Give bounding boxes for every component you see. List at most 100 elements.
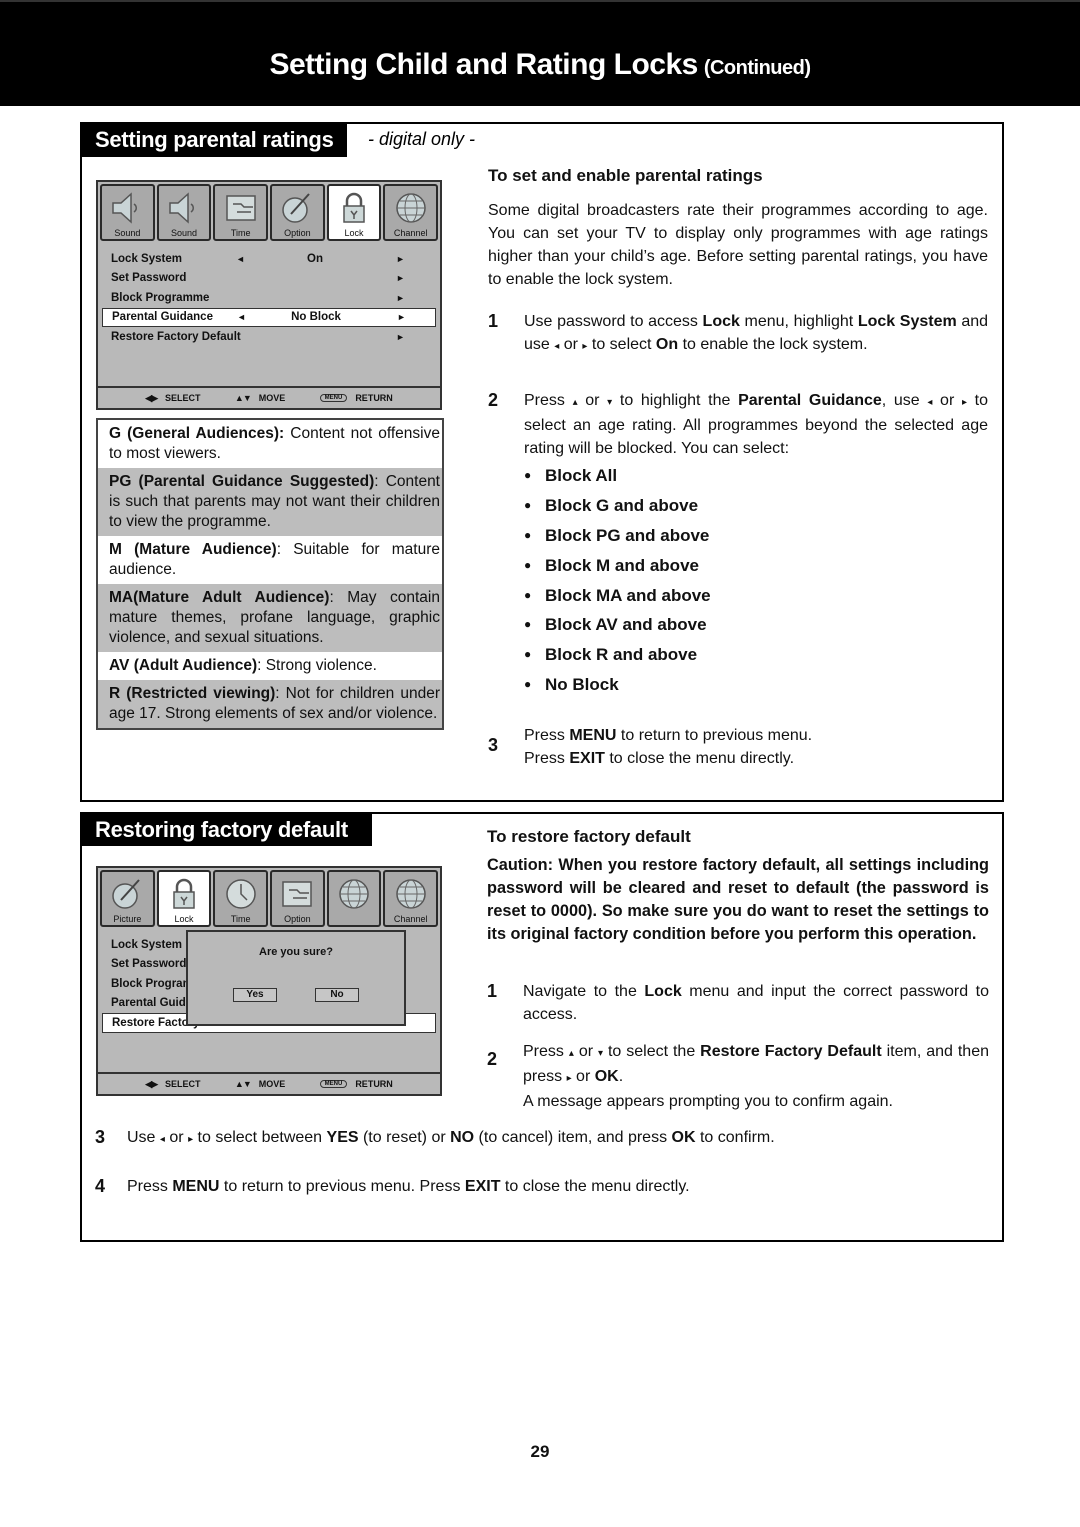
rating-option-label: Block M and above [545, 555, 699, 575]
text-fragment: 1 [488, 311, 499, 331]
bullet-icon: ● [524, 527, 532, 542]
footer-hint-label: SELECT [165, 393, 201, 403]
left-right-keys-icon: ◀▶ [145, 1078, 158, 1089]
menu-tab-label: Channel [393, 228, 428, 238]
menu-row-label: Parental Guidance [112, 311, 213, 324]
text-fragment: menu, highlight [739, 313, 858, 330]
text-fragment: Press [523, 1043, 569, 1060]
menu-footer: ◀▶ SELECT ▲▼ MOVE MENU RETURN [98, 1072, 440, 1094]
menu-tab-label: Time [230, 228, 251, 238]
menu-row-value: On [307, 252, 323, 265]
menu-tab-label: Option [284, 228, 311, 238]
menu-tab-label: Sound [170, 228, 198, 238]
rating-option-label: Block PG and above [545, 525, 710, 545]
menu-tab-picture[interactable]: Picture [100, 870, 155, 927]
menu-tab-blank[interactable] [326, 870, 382, 927]
rating-name: MA(Mature Adult Audience) [109, 589, 330, 606]
subheading: To set and enable parental ratings [488, 166, 763, 185]
menu-tab-time[interactable]: Time [213, 184, 269, 241]
rating-options-list: ● Block All ● Block G and above ● Block PG an… [524, 461, 924, 699]
title-suffix: (Continued) [703, 57, 811, 79]
text-fragment: 4 [95, 1176, 106, 1196]
bullet-icon: ● [524, 498, 532, 513]
menu-row-label: Lock System [111, 252, 182, 265]
menu-row-label: Set Password [111, 272, 187, 285]
intro-paragraph: Some digital broadcasters rate their pro… [488, 202, 988, 288]
text-fragment: to close the menu directly. [500, 1178, 690, 1195]
menu-row-label: Block Programme [111, 291, 210, 304]
text-fragment: Navigate to the [523, 983, 645, 1000]
text-fragment: Use password to access [524, 313, 703, 330]
text-fragment: OK [671, 1129, 696, 1146]
rating-option-label: Block G and above [545, 496, 699, 516]
picture-icon [279, 190, 315, 226]
text-fragment: to return to previous menu. [616, 727, 813, 744]
text-fragment: MENU [172, 1178, 220, 1195]
text-fragment: to close the menu directly. [604, 750, 795, 767]
rating-entry: PG (Parental Guidance Suggested): Conten… [98, 468, 442, 536]
page-number: 29 [530, 1442, 550, 1461]
footer-hint-return: MENU RETURN [319, 1079, 393, 1089]
menu-row[interactable]: Lock System ◄ On ► [102, 249, 436, 269]
menu-tab-channel[interactable]: Channel [383, 870, 439, 927]
footer-hint-move: ▲▼ MOVE [235, 393, 285, 403]
globe-icon [336, 876, 372, 912]
step-2: 2 Press ▴ or ▾ to highlight the Parental… [488, 389, 988, 460]
no-button[interactable]: No [315, 988, 359, 1002]
section-title: Setting parental ratings [82, 124, 347, 157]
rating-option-label: Block R and above [545, 645, 698, 665]
picture-icon [109, 876, 145, 912]
rating-option-label: Block AV and above [545, 615, 707, 635]
bullet-icon: ● [524, 468, 532, 483]
text-fragment: Lock [644, 983, 682, 1000]
text-fragment: 3 [95, 1127, 106, 1147]
speaker-icon [166, 190, 202, 226]
menu-row[interactable]: Parental Guidance ◄ No Block ► [102, 307, 436, 327]
menu-tab-sound[interactable]: Sound [156, 184, 212, 241]
text-fragment: to confirm. [695, 1129, 775, 1146]
right-arrow-icon: ► [396, 331, 405, 342]
rating-option-label: No Block [545, 674, 619, 694]
section-parental-ratings: Setting parental ratings - digital only … [80, 122, 1004, 802]
left-arrow-icon: ◄ [237, 312, 246, 323]
text-fragment: or [164, 1129, 189, 1146]
footer-hint-return: MENU RETURN [319, 393, 393, 403]
dialog-question: Are you sure? [259, 946, 333, 958]
text-fragment: YES [326, 1129, 359, 1146]
text-fragment: Use [127, 1129, 160, 1146]
text-fragment: (to cancel) item, and press [474, 1129, 672, 1146]
menu-tab-label: Option [284, 914, 311, 924]
text-fragment: On [655, 336, 679, 353]
menu-row[interactable]: Block Programme ► [102, 288, 436, 308]
menu-tab-lock[interactable]: Lock [156, 870, 212, 927]
menu-row[interactable]: Set Password ► [102, 269, 436, 289]
option-icon [279, 876, 315, 912]
yes-button[interactable]: Yes [233, 988, 277, 1002]
left-right-keys-icon: ◀▶ [145, 392, 158, 403]
menu-row[interactable]: Restore Factory Default ► [102, 327, 436, 347]
globe-icon [393, 190, 429, 226]
text-fragment: Press [524, 727, 570, 744]
menu-tab-option[interactable]: Option [270, 870, 325, 927]
tv-restore-menu: Picture Lock Time Option Channel Lock System… [96, 866, 442, 1096]
rating-option: ● Block All [524, 461, 924, 491]
menu-tabs: Picture Lock Time Option Channel [98, 868, 440, 929]
menu-tab-channel[interactable]: Channel [383, 184, 439, 241]
menu-tab-time[interactable]: Time [213, 870, 269, 927]
rating-option: ● Block MA and above [524, 580, 924, 610]
menu-tab-option[interactable]: Option [270, 184, 325, 241]
caution-paragraph: Caution: When you restore factory defaul… [487, 856, 989, 943]
text-fragment: . [618, 1068, 624, 1085]
rating-name: PG (Parental Guidance Suggested) [109, 473, 375, 490]
menu-tab-lock[interactable]: Lock [326, 184, 382, 241]
menu-tab-sound[interactable]: Sound [100, 184, 155, 241]
text-fragment: Restore Factory Default [700, 1043, 882, 1060]
rating-name: G (General Audiences): [109, 425, 285, 442]
footer-hint-select: ◀▶ SELECT [145, 1079, 200, 1090]
rating-option: ● Block M and above [524, 550, 924, 580]
right-arrow-icon: ► [396, 273, 405, 284]
rating-option: ● Block AV and above [524, 610, 924, 640]
up-down-keys-icon: ▲▼ [234, 1079, 252, 1089]
text-fragment: Press [524, 392, 573, 409]
footer-hint-label: SELECT [165, 1079, 201, 1089]
